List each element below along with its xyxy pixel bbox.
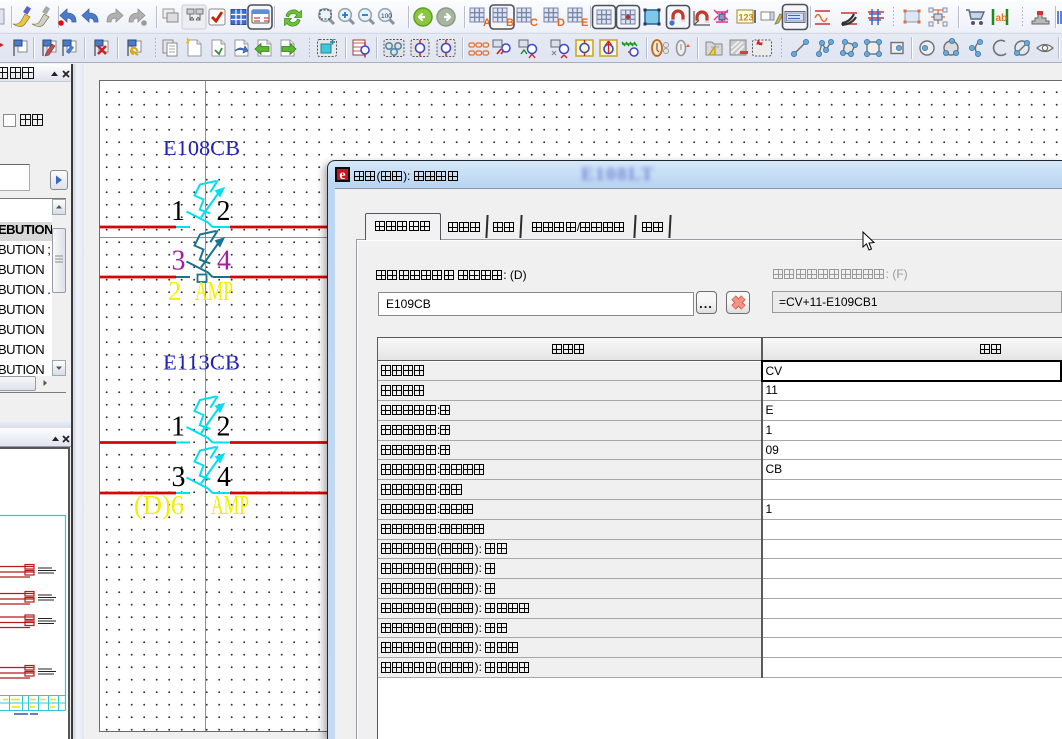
svg-text:123: 123 [739, 13, 754, 23]
svg-text:(D)6: (D)6 [134, 490, 184, 520]
svg-text:3: 3 [172, 462, 186, 493]
svg-text:2: 2 [217, 412, 231, 443]
svg-text:D: D [557, 17, 565, 29]
svg-text:1: 1 [171, 412, 185, 443]
svg-text:E113CB: E113CB [163, 351, 240, 375]
svg-text:C: C [530, 17, 538, 29]
svg-text:4: 4 [217, 462, 231, 493]
svg-text:AMP: AMP [195, 276, 233, 306]
svg-text:ab: ab [996, 13, 1008, 24]
svg-text:100: 100 [381, 13, 392, 20]
svg-text:3: 3 [172, 246, 186, 277]
svg-text:4: 4 [217, 246, 231, 277]
svg-text:E108CB: E108CB [163, 136, 240, 160]
svg-text:E: E [581, 17, 588, 29]
svg-text:AMP: AMP [211, 490, 249, 520]
svg-text:1: 1 [171, 196, 185, 227]
svg-text:2: 2 [217, 196, 231, 227]
svg-text:B: B [506, 17, 514, 29]
svg-text:2: 2 [168, 276, 182, 306]
